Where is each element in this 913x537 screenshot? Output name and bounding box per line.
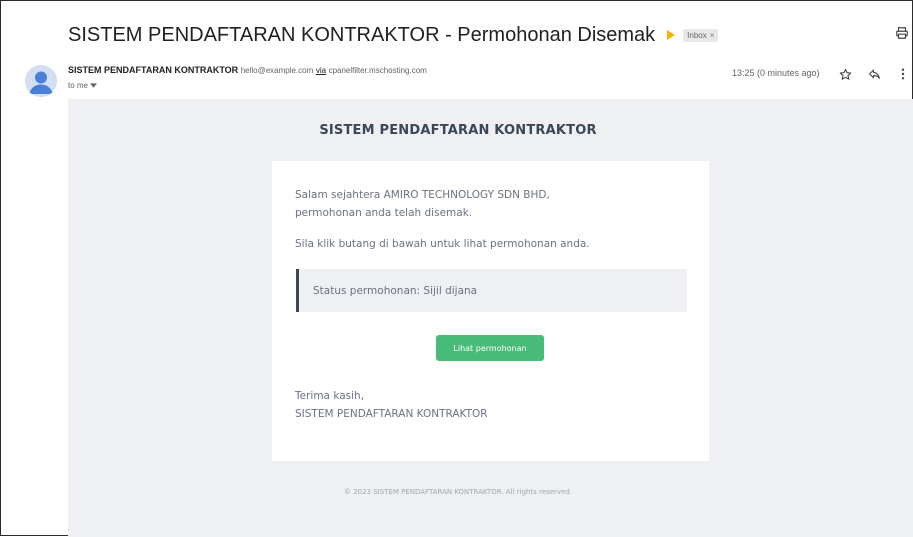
greeting-text: Salam sejahtera AMIRO TECHNOLOGY SDN BHD… <box>295 189 550 201</box>
signature-text: SISTEM PENDAFTARAN KONTRAKTOR <box>295 408 488 420</box>
star-icon <box>839 68 851 80</box>
chevron-down-icon <box>90 83 98 88</box>
inbox-label-chip[interactable]: Inbox × <box>683 28 719 42</box>
email-subject: SISTEM PENDAFTARAN KONTRAKTOR - Permohon… <box>68 23 656 46</box>
via-host: cpanelfilter.mschosting.com <box>328 66 427 75</box>
importance-marker-icon[interactable] <box>667 30 676 40</box>
closing-text: Terima kasih, <box>295 390 365 402</box>
email-footer: © 2023 SISTEM PENDAFTARAN KONTRAKTOR. Al… <box>343 488 573 496</box>
print-button[interactable] <box>894 25 910 41</box>
recipient-details-toggle[interactable]: to me <box>68 81 98 90</box>
sender-name[interactable]: SISTEM PENDAFTARAN KONTRAKTOR <box>68 65 238 75</box>
subject-row: SISTEM PENDAFTARAN KONTRAKTOR - Permohon… <box>68 21 719 49</box>
email-card: Salam sejahtera AMIRO TECHNOLOGY SDN BHD… <box>272 161 709 461</box>
email-brand-title: SISTEM PENDAFTARAN KONTRAKTOR <box>319 123 597 138</box>
inbox-label-text: Inbox <box>687 30 707 40</box>
reply-icon <box>868 69 880 79</box>
avatar[interactable] <box>25 65 57 97</box>
remove-label-icon[interactable]: × <box>710 31 715 40</box>
reviewed-text: permohonan anda telah disemak. <box>295 207 473 219</box>
status-text: Status permohonan: Sijil dijana <box>313 284 478 297</box>
more-options-button[interactable] <box>894 65 912 83</box>
to-me-label: to me <box>68 81 89 90</box>
instruction-text: Sila klik butang di bawah untuk lihat pe… <box>295 238 590 250</box>
email-window: SISTEM PENDAFTARAN KONTRAKTOR - Permohon… <box>0 0 913 537</box>
view-application-button[interactable]: Lihat permohonan <box>436 335 544 361</box>
person-icon <box>25 65 57 97</box>
via-link[interactable]: via <box>316 66 326 75</box>
sender-email: hello@example.com <box>240 66 314 75</box>
more-vertical-icon <box>901 68 905 80</box>
status-panel: Status permohonan: Sijil dijana <box>296 269 687 312</box>
reply-button[interactable] <box>865 65 883 83</box>
star-button[interactable] <box>836 65 854 83</box>
printer-icon <box>896 27 908 39</box>
email-body: SISTEM PENDAFTARAN KONTRAKTOR Salam seja… <box>68 99 913 537</box>
timestamp: 13:25 (0 minutes ago) <box>732 68 820 78</box>
sender-line: SISTEM PENDAFTARAN KONTRAKTOR hello@exam… <box>68 65 427 75</box>
